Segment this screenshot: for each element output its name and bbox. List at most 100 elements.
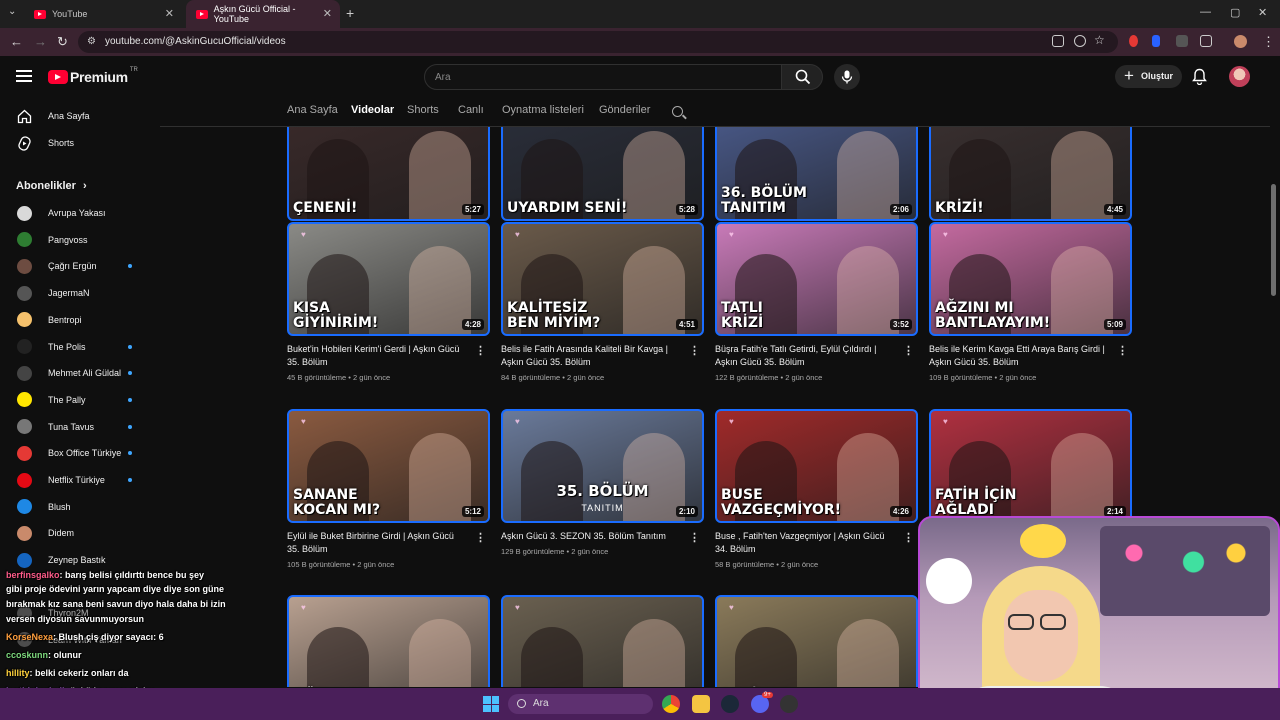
tab-search-icon[interactable]: ⌄ <box>8 6 16 17</box>
channel-search-icon[interactable] <box>672 106 683 117</box>
video-thumbnail[interactable]: ♥ BUSE VAZGEÇMİYOR! 4:26 <box>715 409 918 523</box>
video-thumbnail[interactable]: ♥ KISA GİYİNİRİM! 4:28 <box>287 222 490 336</box>
video-thumbnail[interactable]: ♥ GÖZYAŞLARINA <box>287 595 490 687</box>
taskbar-search-label: Ara <box>533 698 549 709</box>
create-button[interactable]: Oluştur <box>1115 65 1182 88</box>
video-thumbnail[interactable]: ♥ FATİH İÇİN AĞLADI 2:14 <box>929 409 1132 523</box>
address-bar[interactable]: ⚙ youtube.com/@AskinGucuOfficial/videos <box>78 31 1118 53</box>
search-placeholder: Ara <box>435 72 451 83</box>
video-thumbnail[interactable]: ♥ 36. BÖLÜM TANITIM2:06 <box>715 127 918 221</box>
browser-tab-youtube[interactable]: YouTube ✕ <box>24 0 182 28</box>
cast-icon[interactable] <box>1052 35 1064 47</box>
more-actions-icon[interactable]: ⋮ <box>689 344 700 357</box>
new-tab-icon[interactable]: + <box>346 5 354 21</box>
browser-menu-icon[interactable]: ⋮ <box>1262 34 1275 50</box>
video-title[interactable]: Aşkın Gücü 3. SEZON 35. Bölüm Tanıtım <box>501 530 681 543</box>
view-count: 122 B görüntüleme <box>715 373 779 382</box>
voice-search-button[interactable] <box>834 64 860 90</box>
video-title[interactable]: Büşra Fatih'e Tatlı Getirdi, Eylül Çıldı… <box>715 343 895 369</box>
browser-tab-askin-gucu[interactable]: Aşkın Gücü Official - YouTube ✕ <box>186 0 340 28</box>
site-info-icon[interactable]: ⚙ <box>87 36 96 47</box>
webcam-background-shelf <box>1100 526 1270 616</box>
tab-videos[interactable]: Videolar <box>351 104 394 116</box>
video-thumbnail[interactable]: ♥ BEN <box>501 595 704 687</box>
more-actions-icon[interactable]: ⋮ <box>903 344 914 357</box>
video-card[interactable]: ♥ KALİTESİZ BEN MİYİM? 4:51 Belis ile Fati… <box>501 222 704 382</box>
sidebar-item-home[interactable]: Ana Sayfa <box>0 103 155 129</box>
tab-home[interactable]: Ana Sayfa <box>287 104 338 116</box>
video-card[interactable]: ♥ BUSE VAZGEÇMİYOR! 4:26 Buse , Fatih'ten … <box>715 409 918 569</box>
video-title[interactable]: Eylül ile Buket Birbirine Girdi | Aşkın … <box>287 530 467 556</box>
extension-record-icon[interactable] <box>1129 35 1138 47</box>
search-input[interactable]: Ara <box>424 64 782 90</box>
taskbar-search[interactable]: Ara <box>508 694 653 714</box>
video-title[interactable]: Buse , Fatih'ten Vazgeçmiyor | Aşkın Güc… <box>715 530 895 556</box>
video-card[interactable]: ♥ GÖZYAŞLARINA <box>287 595 490 687</box>
thumbnail-caption: KALİTESİZ BEN MİYİM? <box>507 300 601 331</box>
extensions-puzzle-icon[interactable] <box>1200 35 1212 47</box>
hide-icon[interactable] <box>1074 35 1086 47</box>
video-duration: 5:12 <box>461 506 484 517</box>
more-actions-icon[interactable]: ⋮ <box>475 531 486 544</box>
video-thumbnail[interactable]: ♥ PERİNAZ <box>715 595 918 687</box>
windows-start-icon[interactable] <box>483 696 499 712</box>
close-tab-icon[interactable]: ✕ <box>323 7 332 20</box>
forward-icon[interactable]: → <box>34 34 47 49</box>
bookmark-star-icon[interactable]: ☆ <box>1094 33 1105 47</box>
browser-toolbar: ← → ↻ ⚙ youtube.com/@AskinGucuOfficial/v… <box>0 28 1280 56</box>
more-actions-icon[interactable]: ⋮ <box>903 531 914 544</box>
video-title[interactable]: Buket'in Hobileri Kerim'i Gerdi | Aşkın … <box>287 343 467 369</box>
extension-icon[interactable] <box>1176 35 1188 47</box>
tab-title: YouTube <box>52 9 88 19</box>
video-card[interactable]: ♥ BEN <box>501 595 704 687</box>
obs-icon[interactable] <box>780 695 798 713</box>
steam-icon[interactable] <box>721 695 739 713</box>
tab-live[interactable]: Canlı <box>458 104 484 116</box>
video-meta: 84 B görüntüleme • 2 gün önce <box>501 373 605 382</box>
video-thumbnail[interactable]: ♥ 35. BÖLÜM TANITIM 2:10 <box>501 409 704 523</box>
minimize-icon[interactable]: — <box>1200 6 1211 18</box>
video-title[interactable]: Belis ile Fatih Arasında Kaliteli Bir Ka… <box>501 343 681 369</box>
back-icon[interactable]: ← <box>10 34 23 49</box>
profile-avatar[interactable] <box>1234 35 1247 48</box>
more-actions-icon[interactable]: ⋮ <box>689 531 700 544</box>
video-thumbnail[interactable]: ♥ AĞZINI MI BANTLAYAYIM! 5:09 <box>929 222 1132 336</box>
video-card[interactable]: ♥ 35. BÖLÜM TANITIM 2:10 Aşkın Gücü 3. SEZO… <box>501 409 704 556</box>
tab-shorts[interactable]: Shorts <box>407 104 439 116</box>
close-tab-icon[interactable]: ✕ <box>165 7 174 20</box>
video-thumbnail[interactable]: ♥ KRİZİ!4:45 <box>929 127 1132 221</box>
video-thumbnail[interactable]: ♥ SANANE KOCAN MI? 5:12 <box>287 409 490 523</box>
tab-playlists[interactable]: Oynatma listeleri <box>502 104 584 116</box>
chat-text: bırakmak kız sana beni savun diyo hala d… <box>6 599 226 609</box>
menu-hamburger-icon[interactable] <box>16 70 32 82</box>
more-actions-icon[interactable]: ⋮ <box>475 344 486 357</box>
video-card[interactable]: ♥ AĞZINI MI BANTLAYAYIM! 5:09 Belis ile Ke… <box>929 222 1132 382</box>
extension-audio-icon[interactable] <box>1152 35 1160 47</box>
close-window-icon[interactable]: ✕ <box>1258 6 1267 19</box>
youtube-premium-logo[interactable]: Premium TR <box>48 67 138 85</box>
search-button[interactable] <box>781 64 823 90</box>
video-thumbnail[interactable]: ♥ KALİTESİZ BEN MİYİM? 4:51 <box>501 222 704 336</box>
file-explorer-icon[interactable] <box>692 695 710 713</box>
reload-icon[interactable]: ↻ <box>57 34 68 50</box>
video-card[interactable]: ♥ TATLI KRİZİ 3:52 Büşra Fatih'e Tatlı Get… <box>715 222 918 382</box>
video-card[interactable]: ♥ PERİNAZ <box>715 595 918 687</box>
video-thumbnail[interactable]: ♥ TATLI KRİZİ 3:52 <box>715 222 918 336</box>
page-scrollbar[interactable] <box>1271 184 1276 296</box>
video-meta: 58 B görüntüleme • 2 gün önce <box>715 560 819 569</box>
chrome-icon[interactable] <box>662 695 680 713</box>
askin-gucu-watermark-icon: ♥ <box>943 417 948 426</box>
maximize-icon[interactable]: ▢ <box>1230 6 1240 19</box>
more-actions-icon[interactable]: ⋮ <box>1117 344 1128 357</box>
video-thumbnail[interactable]: ♥ ÇENENİ!5:27 <box>287 127 490 221</box>
thumbnail-subcaption: TANITIM <box>581 503 624 513</box>
video-card[interactable]: ♥ SANANE KOCAN MI? 5:12 Eylül ile Buket Bi… <box>287 409 490 569</box>
video-title[interactable]: Belis ile Kerim Kavga Etti Araya Barış G… <box>929 343 1109 369</box>
video-card[interactable]: ♥ KISA GİYİNİRİM! 4:28 Buket'in Hobileri K… <box>287 222 490 382</box>
askin-gucu-watermark-icon: ♥ <box>729 603 734 612</box>
tab-posts[interactable]: Gönderiler <box>599 104 650 116</box>
account-avatar[interactable] <box>1229 66 1250 87</box>
video-card[interactable]: ♥ FATİH İÇİN AĞLADI 2:14 <box>929 409 1132 523</box>
video-thumbnail[interactable]: ♥ UYARDIM SENİ!5:28 <box>501 127 704 221</box>
notifications-bell-icon[interactable] <box>1192 68 1207 85</box>
